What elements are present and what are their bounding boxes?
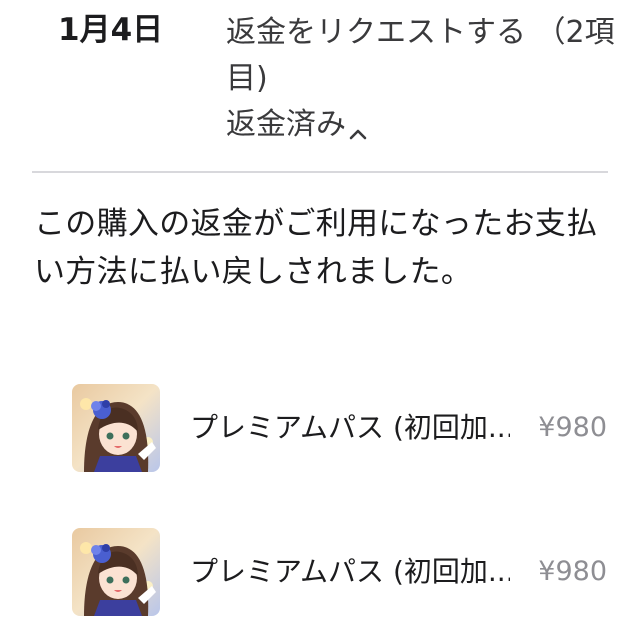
refund-status-toggle[interactable]: 返金済み xyxy=(226,102,631,148)
list-item[interactable]: プレミアムパス (初回加... ¥980 xyxy=(0,528,640,620)
refund-note: この購入の返金がご利用になったお支払い方法に払い戻しされました。 xyxy=(34,206,598,290)
item-price: ¥980 xyxy=(538,556,607,587)
list-item[interactable]: プレミアムパス (初回加... ¥980 xyxy=(0,384,640,476)
item-name: プレミアムパス (初回加... xyxy=(190,411,510,444)
refund-status-label: 返金済み xyxy=(226,107,346,142)
character-portrait-icon xyxy=(72,384,160,472)
item-price: ¥980 xyxy=(538,412,607,443)
item-name: プレミアムパス (初回加... xyxy=(190,555,510,588)
refund-header: 1月4日 返金をリクエストする （2項目) 返金済み xyxy=(0,0,640,172)
refund-title: 返金をリクエストする （2項目) xyxy=(226,15,615,96)
section-divider xyxy=(32,171,608,173)
chevron-up-icon xyxy=(348,114,368,139)
purchase-date: 1月4日 xyxy=(58,12,164,48)
refund-summary[interactable]: 返金をリクエストする （2項目) 返金済み xyxy=(226,10,631,148)
character-portrait-icon xyxy=(72,528,160,616)
